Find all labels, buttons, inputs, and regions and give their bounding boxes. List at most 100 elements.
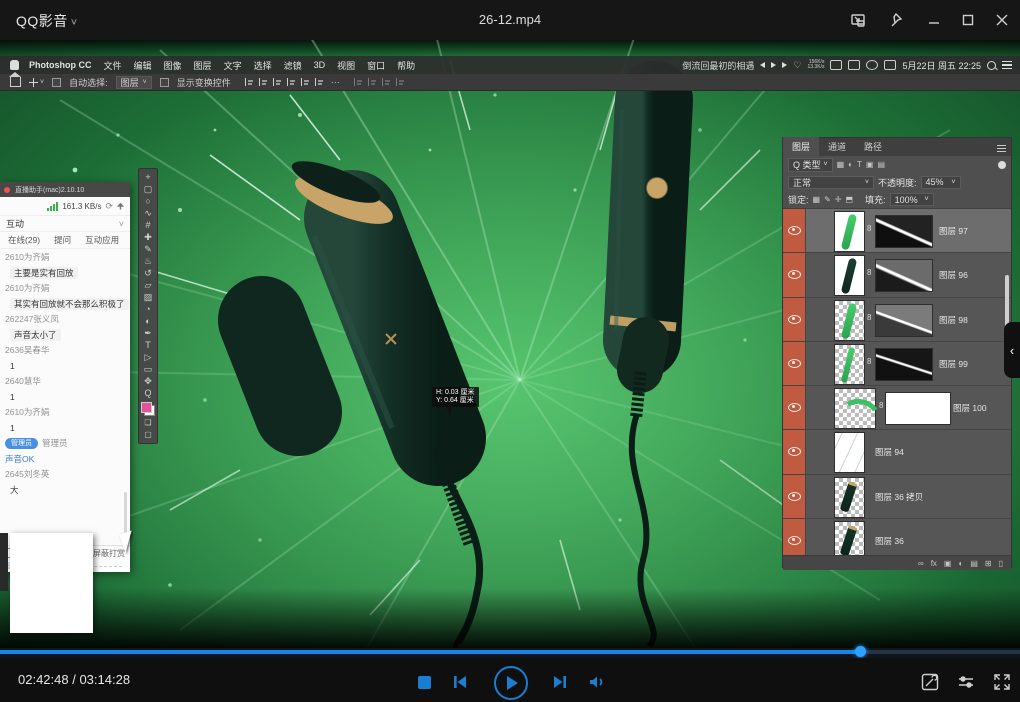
visibility-cell[interactable] xyxy=(783,253,806,296)
delete-layer-icon[interactable]: ▯ xyxy=(999,559,1003,568)
layer-row[interactable]: 8 图层 100 xyxy=(783,386,1011,430)
layer-thumbnail[interactable] xyxy=(834,521,865,555)
home-icon[interactable] xyxy=(10,77,21,87)
layer-thumbnail[interactable] xyxy=(834,388,876,429)
layer-name[interactable]: 图层 36 拷贝 xyxy=(875,491,923,503)
opacity-select[interactable]: 45%˅ xyxy=(921,176,961,189)
visibility-cell[interactable] xyxy=(783,209,806,252)
menubar-clock[interactable]: 5月22日 周五 22:25 xyxy=(902,59,981,72)
lock-paint-icon[interactable]: ✎ xyxy=(824,195,831,204)
music-next-icon[interactable] xyxy=(782,62,787,68)
layer-mask-thumbnail[interactable] xyxy=(885,392,951,425)
music-play-icon[interactable] xyxy=(771,62,776,68)
3d-icon-1[interactable] xyxy=(354,78,362,86)
auto-select-checkbox[interactable] xyxy=(52,78,61,87)
tool-blur[interactable]: ◔ xyxy=(145,304,150,315)
show-transform-checkbox[interactable] xyxy=(160,78,169,87)
layer-row[interactable]: 8 图层 99 xyxy=(783,342,1011,386)
refresh-icon[interactable]: ⟳ xyxy=(105,201,113,212)
next-button[interactable] xyxy=(552,674,568,690)
tool-pen[interactable]: ✒ xyxy=(144,328,152,339)
tab-questions[interactable]: 提问 xyxy=(54,234,71,246)
tool-path-select[interactable]: ▷ xyxy=(145,352,152,363)
chat-message-list[interactable]: 2610为齐娟 主要是实有回放 2610为齐娟 其实有回放就不会那么积极了 26… xyxy=(0,250,130,503)
layer-row[interactable]: 8 图层 98 xyxy=(783,298,1011,342)
mini-mode-button[interactable] xyxy=(845,8,871,32)
lock-all-icon[interactable]: ⬒ xyxy=(845,195,853,204)
menu-view[interactable]: 视图 xyxy=(337,59,355,72)
move-tool-indicator[interactable]: ˅ xyxy=(29,78,44,87)
tool-eraser[interactable]: ▱ xyxy=(145,280,152,291)
tool-quick-select[interactable]: ∿ xyxy=(144,208,152,219)
tool-brush[interactable]: ✎ xyxy=(144,244,152,255)
menu-filter[interactable]: 滤镜 xyxy=(284,59,302,72)
menu-edit[interactable]: 编辑 xyxy=(134,59,152,72)
layer-thumbnail[interactable] xyxy=(834,255,865,296)
align-top-icon[interactable] xyxy=(287,78,295,86)
align-left-icon[interactable] xyxy=(245,78,253,86)
align-right-icon[interactable] xyxy=(273,78,281,86)
minimize-button[interactable] xyxy=(921,8,947,32)
heart-icon[interactable]: ♡ xyxy=(793,60,801,71)
panel-menu-icon[interactable] xyxy=(997,145,1006,152)
stop-button[interactable] xyxy=(418,676,431,689)
tool-hand[interactable]: ✥ xyxy=(144,376,152,387)
layer-mask-thumbnail[interactable] xyxy=(875,259,933,292)
add-mask-icon[interactable]: ▣ xyxy=(944,559,952,568)
layer-thumbnail[interactable] xyxy=(834,211,865,252)
filter-type-icon[interactable]: T xyxy=(857,160,862,169)
link-layers-icon[interactable]: ∞ xyxy=(918,559,924,568)
white-note-box[interactable] xyxy=(10,533,93,633)
visibility-cell[interactable] xyxy=(783,386,806,429)
layer-name[interactable]: 图层 99 xyxy=(939,358,968,370)
chat-section-header[interactable]: 互动 ˅ xyxy=(0,216,130,232)
previous-button[interactable] xyxy=(452,674,468,690)
tool-crop[interactable]: # xyxy=(145,220,150,231)
new-group-icon[interactable]: ▤ xyxy=(970,559,978,568)
input-source-icon[interactable] xyxy=(884,60,896,70)
tool-type[interactable]: T xyxy=(145,340,151,351)
layer-mask-thumbnail[interactable] xyxy=(875,304,933,337)
visibility-cell[interactable] xyxy=(783,519,806,555)
close-button[interactable] xyxy=(989,8,1015,32)
layer-mask-thumbnail[interactable] xyxy=(875,215,933,248)
layer-name[interactable]: 图层 98 xyxy=(939,314,968,326)
video-display-area[interactable]: Photoshop CC 文件 编辑 图像 图层 文字 选择 滤镜 3D 视图 … xyxy=(0,40,1020,648)
fill-select[interactable]: 100%˅ xyxy=(890,193,934,206)
layer-name[interactable]: 图层 36 xyxy=(875,535,904,547)
camera-icon[interactable] xyxy=(848,60,860,70)
visibility-cell[interactable] xyxy=(783,342,806,385)
menu-3d[interactable]: 3D xyxy=(314,60,326,70)
filter-pixel-icon[interactable]: ▦ xyxy=(837,160,845,169)
tool-move[interactable]: + xyxy=(145,172,150,183)
layer-row[interactable]: 图层 94 xyxy=(783,430,1011,474)
layer-name[interactable]: 图层 100 xyxy=(953,402,987,414)
tool-lasso[interactable]: ○ xyxy=(145,196,150,207)
color-swatches[interactable] xyxy=(141,402,155,416)
new-layer-icon[interactable]: ⊞ xyxy=(985,559,992,568)
visibility-cell[interactable] xyxy=(783,298,806,341)
layer-thumbnail[interactable] xyxy=(834,300,865,341)
lock-move-icon[interactable]: ✛ xyxy=(835,195,842,204)
layer-mask-thumbnail[interactable] xyxy=(875,348,933,381)
layer-name[interactable]: 图层 97 xyxy=(939,225,968,237)
menu-window[interactable]: 窗口 xyxy=(367,59,385,72)
layer-row[interactable]: 8 图层 96 xyxy=(783,253,1011,297)
filter-type-dropdown[interactable]: Q 类型˅ xyxy=(788,158,833,172)
3d-icon-2[interactable] xyxy=(368,78,376,86)
more-options-icon[interactable]: ··· xyxy=(331,77,340,87)
menubar-app-name[interactable]: Photoshop CC xyxy=(29,60,92,70)
settings-button[interactable] xyxy=(956,672,976,692)
3d-icon-4[interactable] xyxy=(396,78,404,86)
screen-mode-button[interactable]: ▢ xyxy=(144,429,152,440)
menubar-extra-icon-1[interactable] xyxy=(830,60,842,70)
menu-select[interactable]: 选择 xyxy=(254,59,272,72)
tool-clone-stamp[interactable]: ♨ xyxy=(144,256,152,267)
tool-dodge[interactable]: ◐ xyxy=(145,316,150,327)
quick-mask-button[interactable]: ❏ xyxy=(144,417,151,428)
pin-on-top-button[interactable] xyxy=(884,8,910,32)
tool-gradient[interactable]: ▨ xyxy=(144,292,153,303)
filter-shape-icon[interactable]: ▣ xyxy=(866,160,874,169)
visibility-cell[interactable] xyxy=(783,430,806,473)
play-button[interactable] xyxy=(494,666,528,700)
